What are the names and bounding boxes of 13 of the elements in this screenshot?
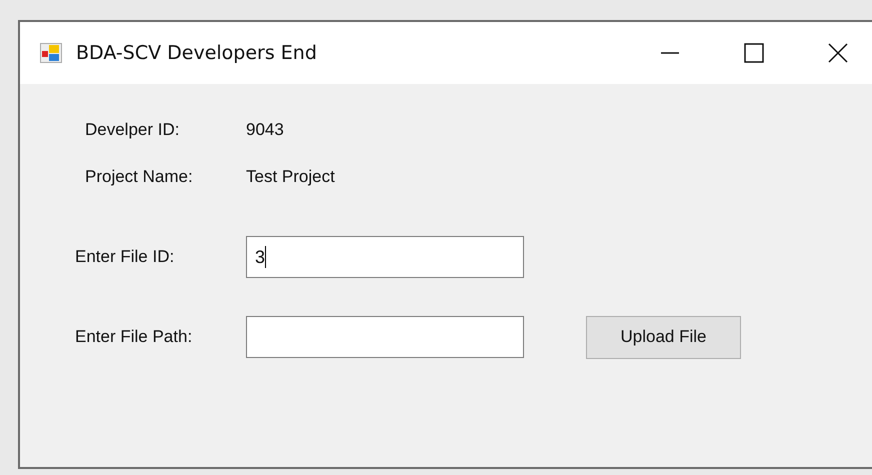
field-label: Project Name:: [85, 166, 194, 186]
field-label: Develper ID:: [85, 120, 180, 140]
input-field[interactable]: [246, 316, 524, 358]
app-icon: [40, 43, 62, 63]
field-value: 9043: [246, 120, 284, 140]
field-label: Enter File ID:: [75, 247, 176, 267]
field-label: Enter File Path:: [75, 327, 194, 347]
maximize-icon[interactable]: [744, 43, 764, 63]
close-icon[interactable]: [828, 43, 848, 63]
upload-button[interactable]: Upload File: [586, 316, 741, 358]
window-title: BDA-SCV Developers End: [76, 42, 317, 64]
field-value: Test Project: [246, 166, 335, 186]
input-field[interactable]: 3: [246, 236, 524, 278]
